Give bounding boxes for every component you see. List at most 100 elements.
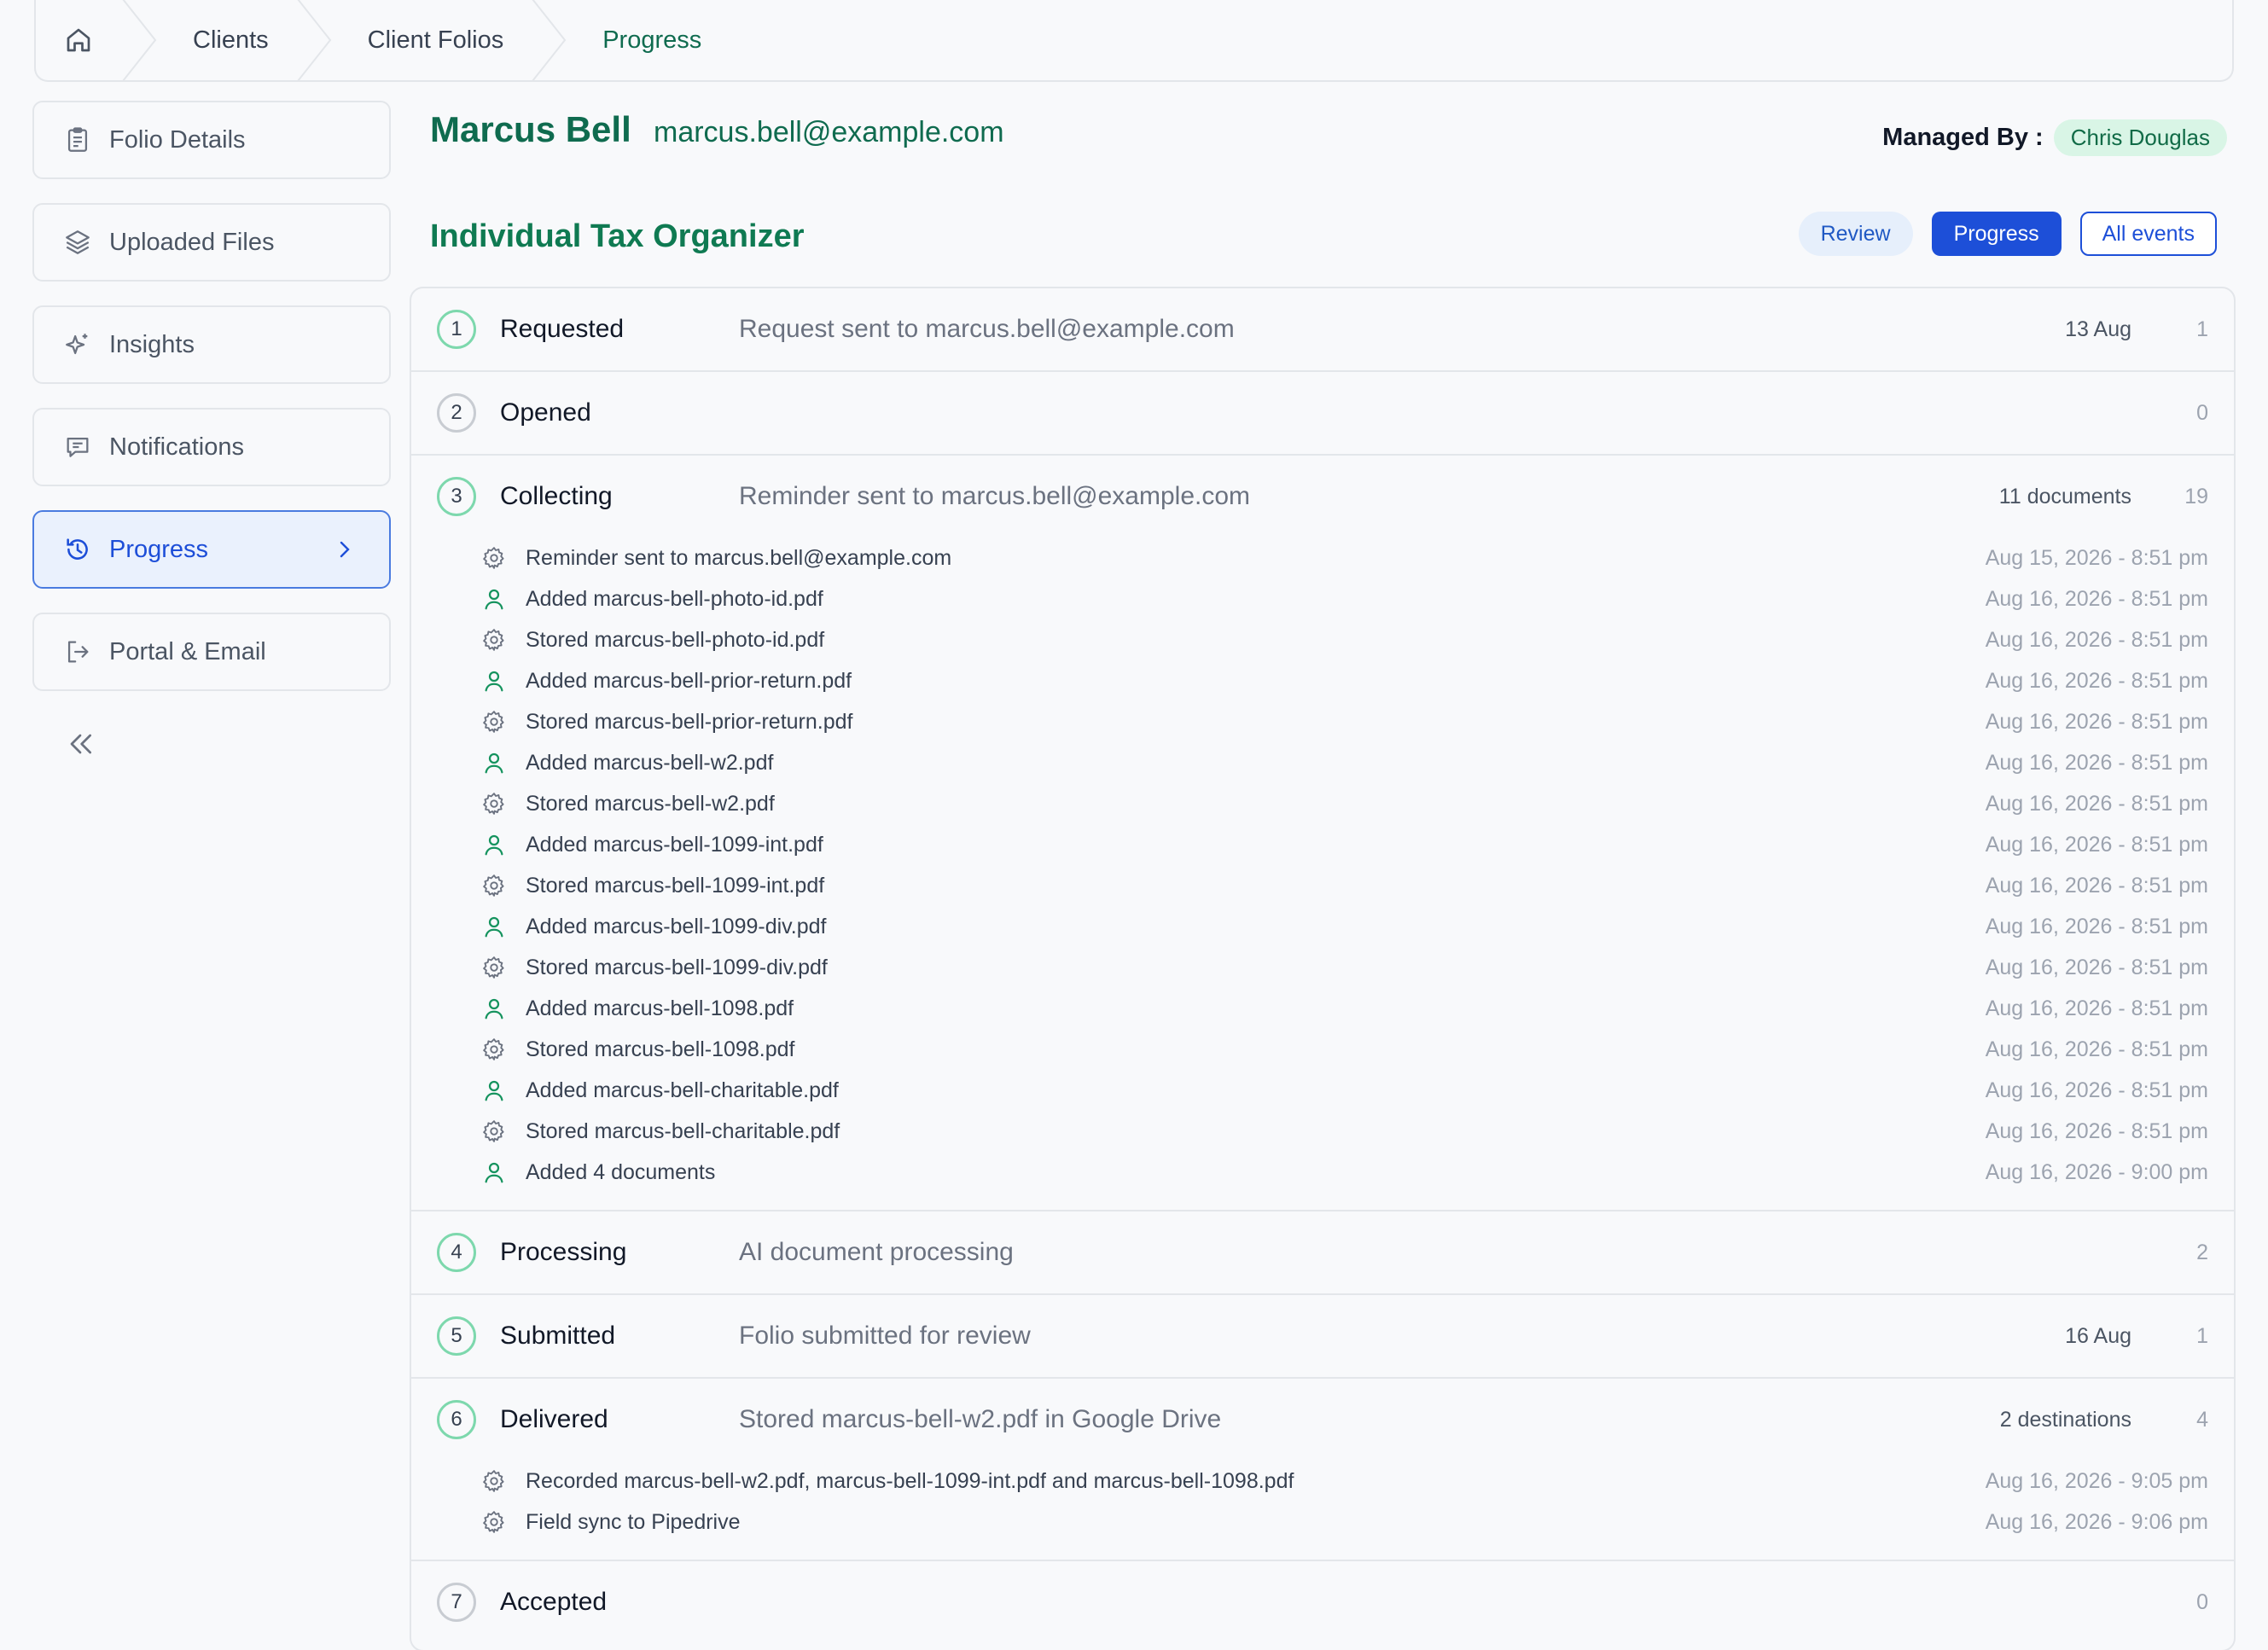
stage-processing: 4 Processing AI document processing 2 bbox=[411, 1211, 2234, 1295]
clipboard-icon bbox=[67, 127, 88, 152]
stage-header[interactable]: 2 Opened 0 bbox=[411, 372, 2234, 454]
sidebar-item-label: Notifications bbox=[109, 433, 244, 461]
stage-number: 4 bbox=[437, 1233, 476, 1272]
sidebar-item-folio-details[interactable]: Folio Details bbox=[32, 101, 391, 179]
manager-badge[interactable]: Chris Douglas bbox=[2053, 119, 2227, 156]
sidebar-item-label: Insights bbox=[109, 330, 195, 358]
stage-header[interactable]: 5 Submitted Folio submitted for review 1… bbox=[411, 1295, 2234, 1377]
stage-header[interactable]: 1 Requested Request sent to marcus.bell@… bbox=[411, 288, 2234, 370]
layers-icon bbox=[66, 230, 90, 254]
client-email[interactable]: marcus.bell@example.com bbox=[654, 116, 1004, 149]
event-text: Added 4 documents bbox=[526, 1159, 716, 1184]
event-timestamp: Aug 16, 2026 - 9:05 pm bbox=[1985, 1468, 2208, 1493]
user-icon bbox=[485, 1080, 503, 1101]
stage-meta: 11 documents bbox=[1998, 484, 2131, 508]
sidebar-item-label: Folio Details bbox=[109, 125, 246, 154]
breadcrumb-separator bbox=[121, 0, 159, 80]
user-icon bbox=[485, 671, 503, 692]
stage-count: 1 bbox=[2196, 317, 2208, 341]
event-text: Added marcus-bell-prior-return.pdf bbox=[526, 668, 852, 693]
organizer-title: Individual Tax Organizer bbox=[430, 218, 805, 254]
event-row[interactable]: Stored marcus-bell-prior-return.pdf Aug 1… bbox=[411, 701, 2234, 742]
stage-meta: 2 destinations bbox=[1999, 1407, 2131, 1432]
tab-all-events[interactable]: All events bbox=[2079, 212, 2217, 256]
stage-number: 5 bbox=[437, 1316, 476, 1356]
sidebar-item-progress[interactable]: Progress bbox=[32, 510, 391, 589]
event-row[interactable]: Added marcus-bell-1099-int.pdf Aug 16, 20… bbox=[411, 824, 2234, 865]
stage-description: Request sent to marcus.bell@example.com bbox=[739, 315, 1235, 343]
breadcrumb-separator bbox=[296, 0, 334, 80]
sidebar-item-uploaded-files[interactable]: Uploaded Files bbox=[32, 203, 391, 282]
event-timestamp: Aug 16, 2026 - 9:00 pm bbox=[1985, 1159, 2208, 1184]
event-text: Stored marcus-bell-1099-div.pdf bbox=[526, 955, 828, 979]
stage-description: Reminder sent to marcus.bell@example.com bbox=[739, 482, 1251, 510]
event-row[interactable]: Stored marcus-bell-1098.pdf Aug 16, 2026 … bbox=[411, 1029, 2234, 1070]
stage-header[interactable]: 6 Delivered Stored marcus-bell-w2.pdf in… bbox=[411, 1379, 2234, 1461]
event-row[interactable]: Stored marcus-bell-w2.pdf Aug 16, 2026 - … bbox=[411, 783, 2234, 824]
stage-header[interactable]: 3 Collecting Reminder sent to marcus.bel… bbox=[411, 456, 2234, 537]
stage-meta: 16 Aug bbox=[2065, 1323, 2131, 1348]
event-row[interactable]: Added marcus-bell-photo-id.pdf Aug 16, 20… bbox=[411, 578, 2234, 619]
event-timestamp: Aug 16, 2026 - 8:51 pm bbox=[1985, 832, 2208, 857]
gear-icon bbox=[483, 547, 504, 569]
tab-review[interactable]: Review bbox=[1798, 212, 1913, 256]
event-row[interactable]: Stored marcus-bell-charitable.pdf Aug 16,… bbox=[411, 1111, 2234, 1152]
stage-header[interactable]: 7 Accepted 0 bbox=[411, 1561, 2234, 1643]
event-timestamp: Aug 16, 2026 - 8:51 pm bbox=[1985, 873, 2208, 898]
gear-icon bbox=[483, 793, 504, 815]
stage-collecting: 3 Collecting Reminder sent to marcus.bel… bbox=[411, 456, 2234, 1211]
breadcrumb-client-folios[interactable]: Client Folios bbox=[334, 0, 532, 80]
sidebar-item-insights[interactable]: Insights bbox=[32, 305, 391, 384]
event-text: Stored marcus-bell-photo-id.pdf bbox=[526, 627, 825, 652]
stage-number: 2 bbox=[437, 393, 476, 433]
event-row[interactable]: Added marcus-bell-1099-div.pdf Aug 16, 20… bbox=[411, 906, 2234, 947]
stage-count: 1 bbox=[2196, 1323, 2208, 1348]
event-text: Stored marcus-bell-prior-return.pdf bbox=[526, 709, 853, 734]
event-text: Added marcus-bell-1099-div.pdf bbox=[526, 914, 827, 938]
breadcrumb-clients[interactable]: Clients bbox=[159, 0, 296, 80]
sidebar-item-label: Uploaded Files bbox=[109, 228, 275, 256]
event-timestamp: Aug 16, 2026 - 8:51 pm bbox=[1985, 709, 2208, 734]
event-row[interactable]: Stored marcus-bell-photo-id.pdf Aug 16, 2… bbox=[411, 619, 2234, 660]
progress-timeline: 1 Requested Request sent to marcus.bell@… bbox=[410, 287, 2236, 1650]
stage-submitted: 5 Submitted Folio submitted for review 1… bbox=[411, 1295, 2234, 1379]
stage-count: 19 bbox=[2184, 484, 2208, 508]
stage-number: 3 bbox=[437, 477, 476, 516]
tab-progress[interactable]: Progress bbox=[1931, 212, 2062, 256]
event-timestamp: Aug 16, 2026 - 8:51 pm bbox=[1985, 791, 2208, 816]
sidebar-item-portal-email[interactable]: Portal & Email bbox=[32, 613, 391, 691]
event-timestamp: Aug 16, 2026 - 8:51 pm bbox=[1985, 955, 2208, 979]
chevrons-left-icon[interactable] bbox=[63, 727, 97, 761]
event-row[interactable]: Added marcus-bell-prior-return.pdf Aug 16… bbox=[411, 660, 2234, 701]
event-row[interactable]: Stored marcus-bell-1099-int.pdf Aug 16, 2… bbox=[411, 865, 2234, 906]
sidebar-item-notifications[interactable]: Notifications bbox=[32, 408, 391, 486]
stage-description: Stored marcus-bell-w2.pdf in Google Driv… bbox=[739, 1405, 1222, 1433]
event-timestamp: Aug 16, 2026 - 8:51 pm bbox=[1985, 1037, 2208, 1061]
breadcrumb-home[interactable] bbox=[36, 0, 121, 80]
stage-count: 2 bbox=[2196, 1240, 2208, 1264]
event-text: Reminder sent to marcus.bell@example.com bbox=[526, 545, 952, 570]
gear-icon bbox=[483, 1470, 504, 1492]
event-row[interactable]: Recorded marcus-bell-w2.pdf, marcus-bell… bbox=[411, 1461, 2234, 1502]
stage-count: 0 bbox=[2196, 400, 2208, 425]
event-row[interactable]: Added marcus-bell-1098.pdf Aug 16, 2026 -… bbox=[411, 988, 2234, 1029]
event-text: Stored marcus-bell-w2.pdf bbox=[526, 791, 775, 816]
gear-icon bbox=[483, 956, 504, 979]
event-text: Added marcus-bell-1099-int.pdf bbox=[526, 832, 823, 857]
event-row[interactable]: Added marcus-bell-charitable.pdf Aug 16, … bbox=[411, 1070, 2234, 1111]
event-row[interactable]: Added 4 documents Aug 16, 2026 - 9:00 pm bbox=[411, 1152, 2234, 1193]
event-row[interactable]: Stored marcus-bell-1099-div.pdf Aug 16, 2… bbox=[411, 947, 2234, 988]
user-icon bbox=[485, 916, 503, 938]
event-row[interactable]: Reminder sent to marcus.bell@example.com… bbox=[411, 537, 2234, 578]
gear-icon bbox=[483, 1511, 504, 1533]
user-icon bbox=[485, 752, 503, 774]
event-text: Added marcus-bell-1098.pdf bbox=[526, 996, 794, 1020]
event-text: Added marcus-bell-photo-id.pdf bbox=[526, 586, 823, 611]
stage-number: 6 bbox=[437, 1400, 476, 1439]
event-row[interactable]: Added marcus-bell-w2.pdf Aug 16, 2026 - 8… bbox=[411, 742, 2234, 783]
sparkles-icon bbox=[66, 334, 88, 355]
event-row[interactable]: Field sync to Pipedrive Aug 16, 2026 - 9:… bbox=[411, 1502, 2234, 1543]
home-icon bbox=[67, 28, 90, 52]
stage-header[interactable]: 4 Processing AI document processing 2 bbox=[411, 1211, 2234, 1293]
event-text: Stored marcus-bell-charitable.pdf bbox=[526, 1118, 840, 1143]
